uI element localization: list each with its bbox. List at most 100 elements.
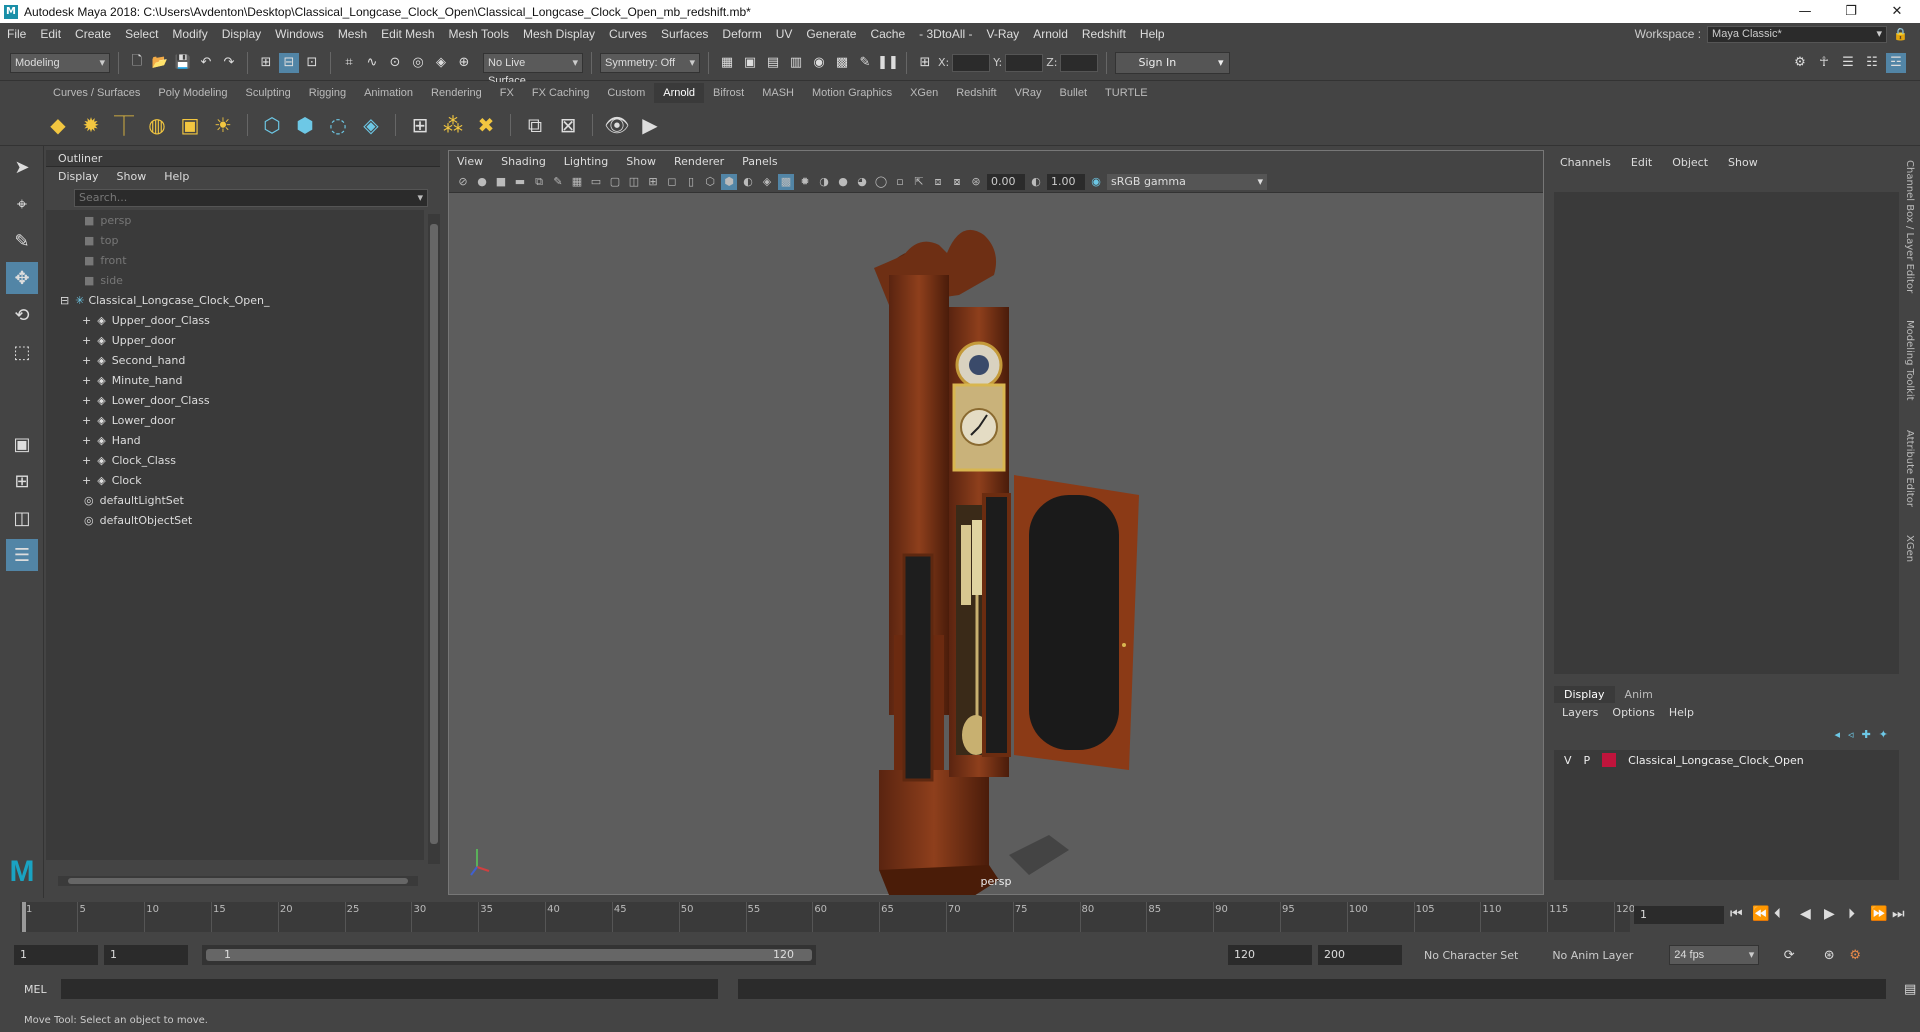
xray-joints-icon[interactable]: ⧈ xyxy=(930,174,946,190)
outliner-layout-icon[interactable]: ☰ xyxy=(6,539,38,571)
expand-icon[interactable]: + xyxy=(82,354,91,367)
expand-icon[interactable]: + xyxy=(82,394,91,407)
menu-modify[interactable]: Modify xyxy=(165,27,214,41)
tab-anim[interactable]: Anim xyxy=(1615,686,1663,703)
minimize-button[interactable]: — xyxy=(1782,0,1828,23)
side-tab-modeling-toolkit[interactable]: Modeling Toolkit xyxy=(1904,320,1915,401)
light-manager-icon[interactable]: ⊠ xyxy=(554,111,582,139)
portal-light-icon[interactable]: ▣ xyxy=(176,111,204,139)
fps-dropdown[interactable]: 24 fps xyxy=(1669,945,1760,965)
sign-in-button[interactable]: Sign In xyxy=(1115,51,1231,74)
outliner-search-input[interactable]: Search... xyxy=(74,189,428,207)
bookmark-icon[interactable]: ■ xyxy=(493,174,509,190)
area-light-icon[interactable]: ◆ xyxy=(44,111,72,139)
texture-manager-icon[interactable]: ⧉ xyxy=(521,111,549,139)
human-ik-icon[interactable]: ☥ xyxy=(1814,53,1834,73)
menu-deform[interactable]: Deform xyxy=(715,27,768,41)
list-item[interactable]: + ◈ Lower_door xyxy=(46,410,424,430)
camera-select-icon[interactable]: ⊘ xyxy=(455,174,471,190)
menu-vray[interactable]: V-Ray xyxy=(980,27,1027,41)
shelf-tab-redshift[interactable]: Redshift xyxy=(947,83,1005,103)
undo-icon[interactable]: ↶ xyxy=(196,53,216,73)
move-layer-down-icon[interactable]: ◃ xyxy=(1848,728,1854,741)
shelf-tab-curves-surfaces[interactable]: Curves / Surfaces xyxy=(44,83,149,103)
ipr-render-icon[interactable]: ▤ xyxy=(763,53,783,73)
outliner-menu-show[interactable]: Show xyxy=(117,170,147,183)
symmetry-dropdown[interactable]: Symmetry: Off xyxy=(600,52,700,73)
go-to-start-icon[interactable]: ⏮ xyxy=(1730,906,1743,922)
smooth-shade-icon[interactable]: ⬢ xyxy=(721,173,737,190)
shelf-tab-sculpting[interactable]: Sculpting xyxy=(237,83,300,103)
current-time-marker[interactable] xyxy=(22,902,26,932)
film-gate-icon[interactable]: ▭ xyxy=(588,174,604,190)
expand-icon[interactable]: + xyxy=(82,454,91,467)
list-item[interactable]: + ◈ Second_hand xyxy=(46,350,424,370)
layer-help-menu[interactable]: Help xyxy=(1669,706,1694,719)
new-layer-selected-icon[interactable]: ✦ xyxy=(1879,728,1888,741)
select-hierarchy-icon[interactable]: ⊞ xyxy=(256,53,276,73)
redshift-render-icon[interactable]: ✎ xyxy=(855,53,875,73)
snap-magnet-icon[interactable]: ⊕ xyxy=(454,53,474,73)
list-item[interactable]: ◎ defaultLightSet xyxy=(46,490,424,510)
outliner-h-scrollbar[interactable] xyxy=(58,876,418,886)
shelf-tab-fx[interactable]: FX xyxy=(491,83,523,103)
time-ruler[interactable]: 1 5 10 15 20 25 30 35 40 45 50 55 60 65 70 75 80 85 90 95 10… xyxy=(20,902,1635,932)
shelf-tab-arnold[interactable]: Arnold xyxy=(654,83,705,103)
paint-select-icon[interactable]: ✎ xyxy=(6,225,38,257)
render-current-icon[interactable]: ▣ xyxy=(740,53,760,73)
channels-show-menu[interactable]: Show xyxy=(1728,156,1758,172)
loop-icon[interactable]: ⟳ xyxy=(1779,945,1799,965)
pause-icon[interactable]: ❚❚ xyxy=(877,53,899,73)
shelf-tab-vray[interactable]: VRay xyxy=(1006,83,1051,103)
maximize-button[interactable]: ❐ xyxy=(1828,0,1874,23)
end-time-field[interactable]: 200 xyxy=(1318,945,1402,965)
shelf-tab-bullet[interactable]: Bullet xyxy=(1051,83,1097,103)
expand-icon[interactable]: + xyxy=(82,374,91,387)
playback-start-field[interactable]: 1 xyxy=(104,945,188,965)
z-field[interactable] xyxy=(1060,53,1099,72)
options-menu[interactable]: Options xyxy=(1612,706,1654,719)
flush-textures-icon[interactable]: ⁂ xyxy=(439,111,467,139)
viewport-menu-renderer[interactable]: Renderer xyxy=(674,155,724,168)
menu-mesh-display[interactable]: Mesh Display xyxy=(516,27,602,41)
menu-surfaces[interactable]: Surfaces xyxy=(654,27,715,41)
layers-menu[interactable]: Layers xyxy=(1562,706,1598,719)
step-back-key-icon[interactable]: ⏪ xyxy=(1752,906,1769,922)
ambient-occlusion-icon[interactable]: ● xyxy=(835,174,851,190)
snap-view-icon[interactable]: ◎ xyxy=(408,53,428,73)
channels-object-menu[interactable]: Object xyxy=(1672,156,1708,172)
list-item[interactable]: + ◈ Minute_hand xyxy=(46,370,424,390)
shelf-tab-xgen[interactable]: XGen xyxy=(901,83,947,103)
attribute-editor-icon[interactable]: ☰ xyxy=(1838,53,1858,73)
field-chart-icon[interactable]: ⊞ xyxy=(645,174,661,190)
step-forward-key-icon[interactable]: ⏩ xyxy=(1870,906,1887,922)
menu-mesh[interactable]: Mesh xyxy=(331,27,374,41)
expand-icon[interactable]: + xyxy=(82,334,91,347)
step-forward-frame-icon[interactable]: ⏵ xyxy=(1848,906,1855,922)
expand-icon[interactable]: + xyxy=(82,474,91,487)
expand-icon[interactable]: + xyxy=(82,414,91,427)
volume-icon[interactable]: ◌ xyxy=(324,111,352,139)
shelf-tab-animation[interactable]: Animation xyxy=(355,83,422,103)
physical-sky-icon[interactable]: ☀ xyxy=(209,111,237,139)
side-tab-attribute-editor[interactable]: Attribute Editor xyxy=(1904,430,1915,507)
isolate-select-icon[interactable]: ⇱ xyxy=(911,174,927,190)
move-tool-icon[interactable]: ✥ xyxy=(6,262,38,294)
lock-icon[interactable]: 🔒 xyxy=(1893,27,1908,41)
snap-grid-icon[interactable]: ⌗ xyxy=(339,53,359,73)
list-item[interactable]: ◎ defaultObjectSet xyxy=(46,510,424,530)
menu-curves[interactable]: Curves xyxy=(602,27,654,41)
live-surface-dropdown[interactable]: No Live Surface xyxy=(483,52,583,87)
shelf-tab-poly-modeling[interactable]: Poly Modeling xyxy=(149,83,236,103)
layer-playback-toggle[interactable]: P xyxy=(1584,754,1591,767)
outliner-menu-display[interactable]: Display xyxy=(58,170,99,183)
two-view-icon[interactable]: ◫ xyxy=(6,502,38,534)
play-back-icon[interactable]: ◀ xyxy=(1800,906,1811,922)
list-item[interactable]: + ◈ Clock xyxy=(46,470,424,490)
redo-icon[interactable]: ↷ xyxy=(219,53,239,73)
auto-key-icon[interactable]: ⊛ xyxy=(1819,945,1839,965)
expand-icon[interactable]: + xyxy=(82,434,91,447)
use-lights-icon[interactable]: ✹ xyxy=(797,174,813,190)
viewport-menu-view[interactable]: View xyxy=(457,155,483,168)
channels-edit-menu[interactable]: Edit xyxy=(1631,156,1652,172)
